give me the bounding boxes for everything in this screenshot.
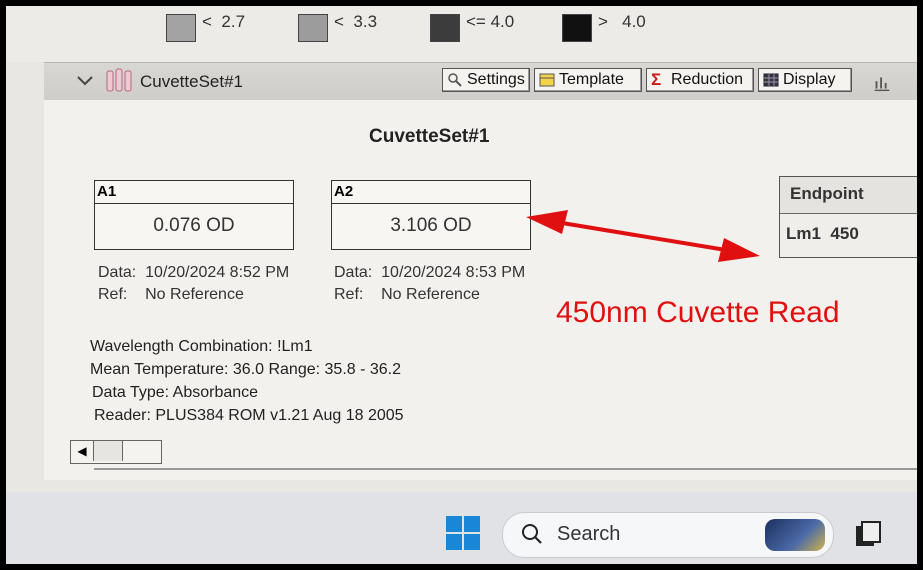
annotation-text: 450nm Cuvette Read xyxy=(556,296,840,329)
search-placeholder: Search xyxy=(557,523,621,545)
taskbar: Search xyxy=(6,492,917,564)
search-highlight-image xyxy=(765,519,825,551)
task-view-icon[interactable] xyxy=(854,520,882,548)
taskbar-search-box[interactable]: Search xyxy=(502,512,834,558)
search-icon xyxy=(522,524,542,544)
annotation-arrow xyxy=(526,210,760,262)
monitor-screen: < 2.7 < 3.3 <= 4.0 > 4.0 CuvetteSet#1 Se… xyxy=(6,6,917,564)
windows-start-icon[interactable] xyxy=(446,516,480,550)
